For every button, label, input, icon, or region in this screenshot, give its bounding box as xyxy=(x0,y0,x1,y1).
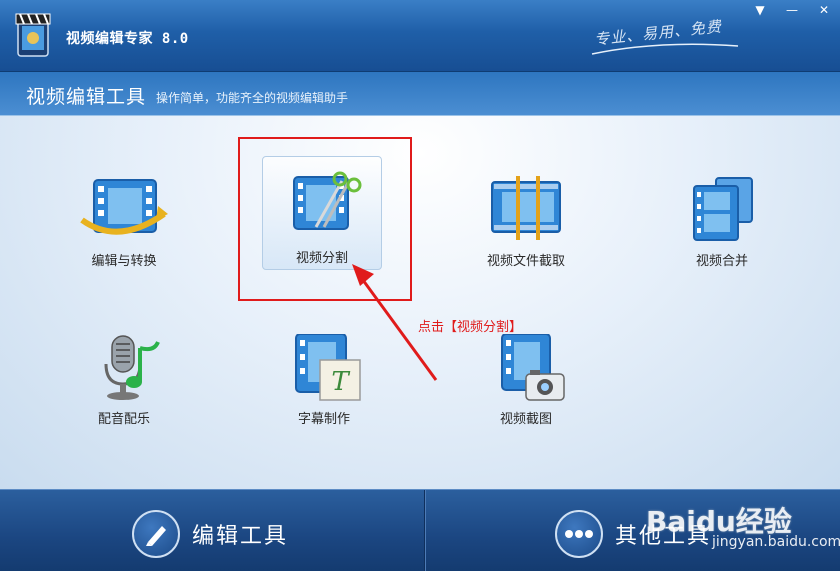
tool-label: 视频截图 xyxy=(499,412,552,427)
app-logo-icon xyxy=(15,13,51,57)
tab-edit-tools[interactable]: 编辑工具 xyxy=(0,490,424,571)
slogan-swoosh-icon xyxy=(591,43,739,55)
app-title: 视频编辑专家 8.0 xyxy=(66,31,189,47)
tool-video-merge[interactable]: 视频合并 xyxy=(652,176,792,286)
pencil-icon xyxy=(132,510,180,558)
tool-label: 编辑与转换 xyxy=(91,254,157,269)
title-bar: 视频编辑专家 8.0 专业、易用、免费 ▼ — ✕ xyxy=(0,0,840,72)
watermark-url: jingyan.baidu.com xyxy=(712,534,840,550)
subheader: 视频编辑工具 操作简单，功能齐全的视频编辑助手 xyxy=(0,72,840,116)
menu-dropdown-button[interactable]: ▼ xyxy=(750,2,770,18)
baidu-watermark: Baidu经验 jingyan.baidu.com xyxy=(640,476,840,571)
tool-screenshot[interactable]: 视频截图 xyxy=(456,334,596,444)
close-button[interactable]: ✕ xyxy=(814,2,834,18)
annotation-text: 点击【视频分割】 xyxy=(418,320,523,335)
tool-video-clip[interactable]: 视频文件截取 xyxy=(456,176,596,286)
tab-label: 编辑工具 xyxy=(192,524,289,549)
film-cut-icon xyxy=(491,176,561,240)
section-description: 操作简单，功能齐全的视频编辑助手 xyxy=(156,91,349,105)
microphone-music-icon xyxy=(104,335,160,400)
tool-dubbing-music[interactable]: 配音配乐 xyxy=(54,334,194,444)
film-merge-icon xyxy=(693,177,753,241)
tool-label: 视频文件截取 xyxy=(486,254,565,269)
more-dots-icon xyxy=(555,510,603,558)
tool-label: 视频合并 xyxy=(695,254,748,269)
minimize-button[interactable]: — xyxy=(782,2,802,18)
tool-label: 字幕制作 xyxy=(297,412,350,427)
film-camera-icon xyxy=(501,334,565,401)
film-convert-icon xyxy=(80,179,168,235)
tool-label: 配音配乐 xyxy=(97,412,150,427)
tool-edit-convert[interactable]: 编辑与转换 xyxy=(54,176,194,286)
section-title: 视频编辑工具 xyxy=(26,87,147,108)
